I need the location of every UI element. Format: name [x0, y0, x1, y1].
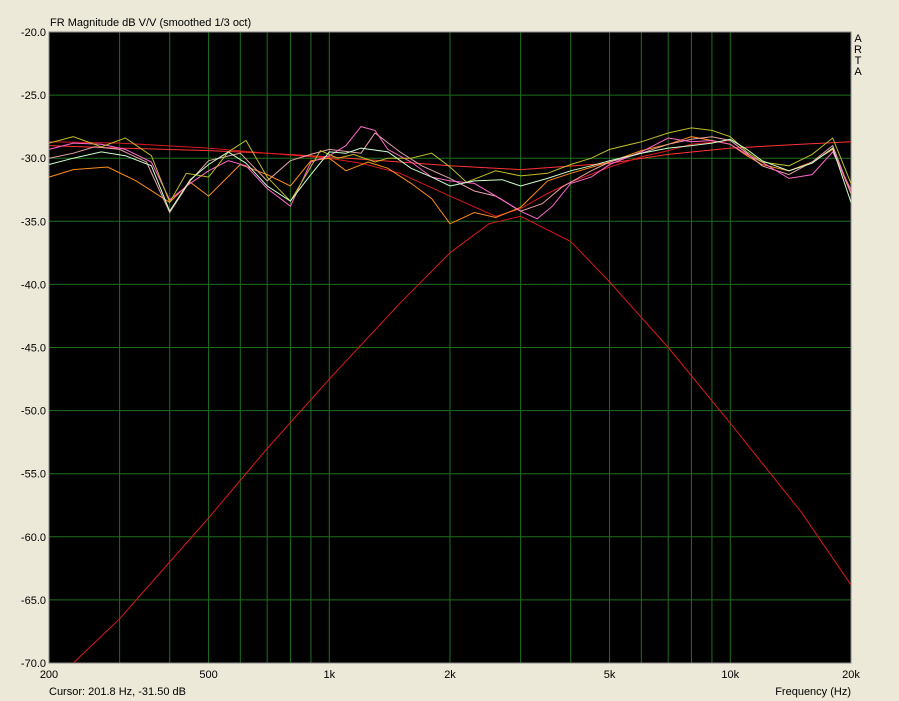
x-tick-label: 200 — [40, 669, 58, 681]
y-tick-label: -25.0 — [21, 90, 46, 102]
y-tick-label: -45.0 — [21, 343, 46, 355]
x-tick-labels: 200 500 1k 2k 5k 10k 20k — [40, 669, 861, 681]
arta-letter: A — [854, 66, 862, 78]
x-tick-label: 1k — [323, 669, 335, 681]
x-tick-label: 2k — [444, 669, 456, 681]
x-axis-label: Frequency (Hz) — [775, 686, 851, 698]
y-tick-label: -35.0 — [21, 216, 46, 228]
x-tick-label: 10k — [721, 669, 739, 681]
y-tick-label: -40.0 — [21, 279, 46, 291]
y-tick-label: -50.0 — [21, 406, 46, 418]
x-tick-label: 5k — [604, 669, 616, 681]
x-tick-label: 500 — [199, 669, 217, 681]
chart-title: FR Magnitude dB V/V (smoothed 1/3 oct) — [50, 17, 251, 29]
cursor-readout: Cursor: 201.8 Hz, -31.50 dB — [49, 686, 186, 698]
grid — [48, 31, 852, 664]
arta-vertical-label: A R T A — [854, 33, 862, 78]
y-tick-label: -55.0 — [21, 469, 46, 481]
y-tick-label: -30.0 — [21, 153, 46, 165]
y-tick-label: -20.0 — [21, 27, 46, 39]
y-tick-labels: -20.0 -25.0 -30.0 -35.0 -40.0 -45.0 -50.0 -55.0… — [21, 27, 46, 670]
y-tick-label: -60.0 — [21, 532, 46, 544]
chart: -20.0 -25.0 -30.0 -35.0 -40.0 -45.0 -50.0 -55.0… — [21, 17, 862, 698]
y-tick-label: -65.0 — [21, 595, 46, 607]
x-tick-label: 20k — [842, 669, 860, 681]
